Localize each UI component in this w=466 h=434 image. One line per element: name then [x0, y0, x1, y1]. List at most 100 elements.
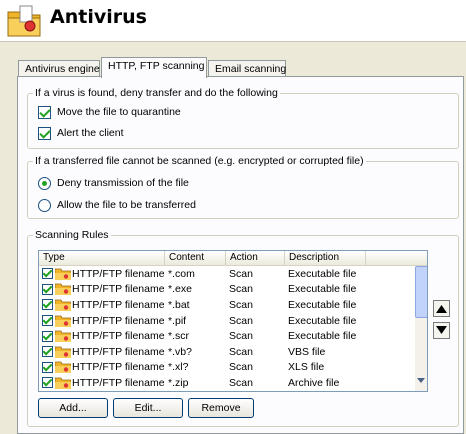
folder-icon [55, 377, 71, 389]
rule-enabled-checkbox[interactable] [42, 268, 53, 280]
rule-type-label: HTTP/FTP filename [72, 267, 165, 280]
list-body: HTTP/FTP filename *.com Scan Executable fil… [39, 266, 415, 391]
rule-type-label: HTTP/FTP filename [72, 283, 165, 296]
table-row[interactable]: HTTP/FTP filename *.exe Scan Executable fil… [39, 282, 415, 298]
page-title: Antivirus [50, 6, 147, 28]
list-scrollbar[interactable] [415, 266, 427, 391]
add-rule-button[interactable]: Add... [38, 398, 108, 418]
rule-action-cell: Scan [229, 267, 253, 280]
rule-content-cell: *.com [168, 267, 195, 280]
rule-type-cell: HTTP/FTP filename [39, 283, 165, 296]
rule-action-cell: Scan [229, 330, 253, 343]
table-row[interactable]: HTTP/FTP filename *.scr Scan Executable fil… [39, 328, 415, 344]
list-header: Type Content Action Description [39, 251, 427, 266]
folder-icon [55, 315, 71, 327]
arrow-up-icon [436, 305, 447, 313]
deny-transmission-radio[interactable] [38, 176, 51, 190]
column-header-description[interactable]: Description [285, 251, 366, 266]
rule-description-cell: Executable file [288, 298, 357, 311]
rule-description-cell: Archive file [288, 376, 340, 389]
rule-type-cell: HTTP/FTP filename [39, 315, 165, 327]
rule-description-cell: Executable file [288, 314, 357, 327]
folder-icon [55, 299, 71, 311]
rule-description-cell: VBS file [288, 345, 326, 358]
rule-content-cell: *.scr [168, 330, 189, 343]
rule-type-label: HTTP/FTP filename [72, 345, 165, 358]
scanning-rules-legend: Scanning Rules [35, 229, 109, 241]
scrollbar-thumb[interactable] [415, 266, 427, 318]
scroll-down-arrow-icon[interactable] [417, 378, 425, 383]
rule-enabled-checkbox[interactable] [42, 299, 53, 311]
virus-found-legend: If a virus is found, deny transfer and d… [35, 87, 278, 99]
column-header-filler [366, 251, 427, 266]
rule-enabled-checkbox[interactable] [42, 377, 53, 389]
arrow-down-icon [436, 326, 447, 334]
rule-action-cell: Scan [229, 345, 253, 358]
table-row[interactable]: HTTP/FTP filename *.zip Scan Archive file [39, 375, 415, 391]
table-row[interactable]: HTTP/FTP filename *.com Scan Executable fil… [39, 266, 415, 282]
rule-action-cell: Scan [229, 361, 253, 374]
allow-transfer-label: Allow the file to be transferred [57, 199, 196, 211]
rule-content-cell: *.vb? [168, 345, 192, 358]
rule-description-cell: Executable file [288, 283, 357, 296]
rule-enabled-checkbox[interactable] [42, 315, 53, 327]
rule-type-cell: HTTP/FTP filename [39, 361, 165, 374]
rule-enabled-checkbox[interactable] [42, 330, 53, 342]
alert-client-checkbox[interactable] [38, 126, 51, 140]
rule-content-cell: *.exe [168, 283, 192, 296]
allow-transfer-option[interactable]: Allow the file to be transferred [38, 197, 196, 213]
alert-client-option[interactable]: Alert the client [38, 125, 124, 141]
rule-description-cell: XLS file [288, 361, 325, 374]
rule-content-cell: *.xl? [168, 361, 189, 374]
folder-icon [55, 283, 71, 296]
folder-icon [55, 268, 71, 280]
allow-transfer-radio[interactable] [38, 198, 51, 212]
rule-content-cell: *.bat [168, 298, 190, 311]
remove-rule-button[interactable]: Remove [188, 398, 254, 418]
rule-type-cell: HTTP/FTP filename [39, 377, 165, 389]
rule-action-cell: Scan [229, 376, 253, 389]
rule-enabled-checkbox[interactable] [42, 361, 53, 373]
table-row[interactable]: HTTP/FTP filename *.vb? Scan VBS file [39, 344, 415, 360]
rule-description-cell: Executable file [288, 267, 357, 280]
rule-content-cell: *.zip [168, 376, 189, 389]
rule-type-label: HTTP/FTP filename [72, 361, 165, 374]
tab-http-ftp-scanning[interactable]: HTTP, FTP scanning [101, 57, 207, 78]
rule-type-label: HTTP/FTP filename [72, 330, 165, 343]
rule-type-cell: HTTP/FTP filename [39, 299, 165, 311]
move-to-quarantine-checkbox[interactable] [38, 105, 51, 119]
move-to-quarantine-label: Move the file to quarantine [57, 106, 181, 118]
rule-type-label: HTTP/FTP filename [72, 314, 165, 327]
folder-icon [55, 346, 71, 358]
move-to-quarantine-option[interactable]: Move the file to quarantine [38, 104, 181, 120]
rule-type-cell: HTTP/FTP filename [39, 330, 165, 343]
scanning-rules-list[interactable]: Type Content Action Description HTTP/FTP… [38, 250, 428, 392]
table-row[interactable]: HTTP/FTP filename *.bat Scan Executable fil… [39, 297, 415, 313]
header-bar: Antivirus [0, 0, 466, 42]
rule-enabled-checkbox[interactable] [42, 283, 53, 295]
table-row[interactable]: HTTP/FTP filename *.xl? Scan XLS file [39, 360, 415, 376]
folder-icon [55, 361, 71, 374]
column-header-action[interactable]: Action [226, 251, 285, 266]
rule-action-cell: Scan [229, 314, 253, 327]
table-row[interactable]: HTTP/FTP filename *.pif Scan Executable fil… [39, 313, 415, 329]
deny-transmission-option[interactable]: Deny transmission of the file [38, 175, 189, 191]
rule-content-cell: *.pif [168, 314, 187, 327]
rule-action-cell: Scan [229, 283, 253, 296]
rule-action-cell: Scan [229, 298, 253, 311]
cannot-scan-legend: If a transferred file cannot be scanned … [35, 155, 364, 167]
move-rule-down-button[interactable] [433, 322, 450, 339]
rule-type-cell: HTTP/FTP filename [39, 346, 165, 358]
rule-description-cell: Executable file [288, 330, 357, 343]
rule-enabled-checkbox[interactable] [42, 346, 53, 358]
antivirus-folder-icon [7, 5, 41, 37]
edit-rule-button[interactable]: Edit... [113, 398, 183, 418]
rule-type-label: HTTP/FTP filename [72, 298, 165, 311]
folder-icon [55, 330, 71, 343]
rule-type-label: HTTP/FTP filename [72, 376, 165, 389]
move-rule-up-button[interactable] [433, 300, 450, 317]
deny-transmission-label: Deny transmission of the file [57, 177, 189, 189]
column-header-content[interactable]: Content [165, 251, 226, 266]
alert-client-label: Alert the client [57, 127, 124, 139]
column-header-type[interactable]: Type [39, 251, 165, 266]
